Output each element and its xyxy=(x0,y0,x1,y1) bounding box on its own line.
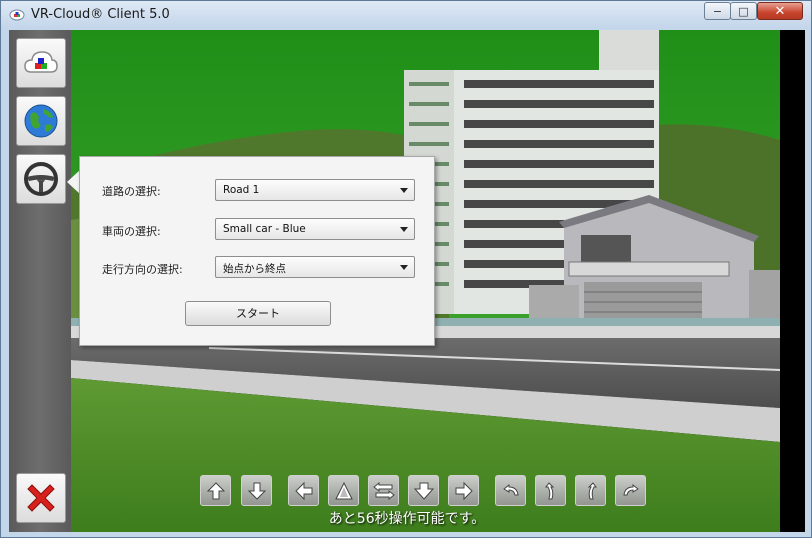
curve-right-icon xyxy=(587,481,597,499)
arrow-right-icon xyxy=(455,481,473,500)
close-icon: ✕ xyxy=(774,3,786,19)
direction-select-value: 始点から終点 xyxy=(223,263,286,275)
chevron-down-icon xyxy=(400,188,408,193)
sidebar-globe-button[interactable] xyxy=(16,96,66,146)
close-button[interactable]: ✕ xyxy=(757,2,803,20)
move-forward-button[interactable] xyxy=(328,475,359,506)
maximize-button[interactable]: □ xyxy=(730,2,757,20)
steering-wheel-icon xyxy=(24,162,58,196)
vehicle-select[interactable]: Small car - Blue xyxy=(215,218,415,240)
move-down-icon xyxy=(413,482,434,500)
sidebar-cloud-button[interactable] xyxy=(16,38,66,88)
swap-horizontal-icon xyxy=(372,481,395,500)
turn-back-left-icon xyxy=(502,483,519,495)
maximize-icon: □ xyxy=(738,4,749,18)
viewport-right-edge xyxy=(780,30,805,532)
move-back-button[interactable] xyxy=(408,475,439,506)
turn-back-right-icon xyxy=(622,483,639,495)
chevron-down-icon xyxy=(400,227,408,232)
turn-back-right-button[interactable] xyxy=(615,475,646,506)
vehicle-label: 車両の選択: xyxy=(102,225,161,238)
direction-select[interactable]: 始点から終点 xyxy=(215,256,415,278)
cloud-icon xyxy=(24,51,58,73)
vehicle-select-value: Small car - Blue xyxy=(223,223,306,235)
road-select-value: Road 1 xyxy=(223,184,260,196)
move-right-button[interactable] xyxy=(448,475,479,506)
move-down-button[interactable] xyxy=(241,475,272,506)
arrow-left-icon xyxy=(294,481,312,500)
sidebar-drive-button[interactable] xyxy=(16,154,66,204)
move-up-button[interactable] xyxy=(200,475,231,506)
minimize-button[interactable]: − xyxy=(704,2,731,20)
direction-label: 走行方向の選択: xyxy=(102,263,183,276)
sidebar xyxy=(9,30,71,532)
road-label: 道路の選択: xyxy=(102,185,161,198)
turn-back-left-button[interactable] xyxy=(495,475,526,506)
remaining-time-status: あと56秒操作可能です。 xyxy=(328,511,486,527)
drive-settings-panel: 道路の選択: Road 1 車両の選択: Small car - Blue 走行… xyxy=(79,156,435,346)
curve-left-button[interactable] xyxy=(535,475,566,506)
app-window: VR-Cloud® Client 5.0 − □ ✕ 道路の選択: Road 1… xyxy=(0,0,812,538)
curve-right-button[interactable] xyxy=(575,475,606,506)
arrow-up-icon xyxy=(206,481,225,499)
viewport[interactable]: 道路の選択: Road 1 車両の選択: Small car - Blue 走行… xyxy=(9,30,805,532)
globe-icon xyxy=(24,104,58,138)
title-bar: VR-Cloud® Client 5.0 − □ ✕ xyxy=(1,1,811,29)
move-left-button[interactable] xyxy=(288,475,319,506)
move-forward-icon xyxy=(334,481,353,499)
minimize-icon: − xyxy=(712,4,723,18)
app-logo-icon xyxy=(9,9,25,21)
window-title: VR-Cloud® Client 5.0 xyxy=(31,7,170,22)
swap-button[interactable] xyxy=(368,475,399,506)
start-button[interactable]: スタート xyxy=(185,301,331,326)
road-select[interactable]: Road 1 xyxy=(215,179,415,201)
chevron-down-icon xyxy=(400,265,408,270)
curve-left-icon xyxy=(544,481,554,499)
arrow-down-icon xyxy=(247,482,266,500)
